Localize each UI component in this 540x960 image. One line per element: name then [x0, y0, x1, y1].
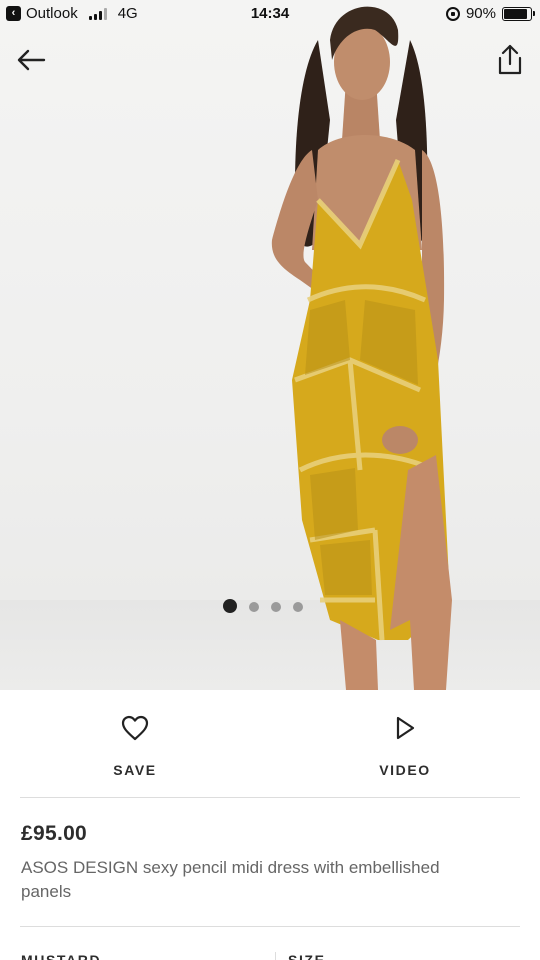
save-label: SAVE	[113, 762, 157, 778]
selector-divider	[275, 952, 276, 960]
arrow-left-icon	[17, 49, 46, 71]
battery-level-fill	[504, 8, 528, 19]
gallery-dot[interactable]	[223, 599, 237, 613]
gallery-dot[interactable]	[293, 602, 303, 612]
status-bar: ‹ Outlook 4G 14:34 90%	[0, 0, 540, 28]
colour-selector[interactable]: MUSTARD	[21, 952, 101, 960]
product-actions: SAVE VIDEO	[0, 690, 540, 798]
gallery-dot[interactable]	[249, 602, 259, 612]
battery-icon	[502, 6, 535, 21]
video-button[interactable]: VIDEO	[270, 690, 540, 798]
product-image	[271, 6, 452, 690]
heart-icon	[121, 714, 149, 742]
video-label: VIDEO	[379, 762, 431, 778]
variant-selectors: MUSTARD SIZE	[0, 928, 540, 960]
share-button[interactable]	[494, 42, 526, 78]
product-image-gallery[interactable]	[0, 0, 540, 690]
gallery-dot[interactable]	[271, 602, 281, 612]
share-icon	[498, 44, 522, 75]
play-icon	[394, 714, 416, 742]
size-selector[interactable]: SIZE	[288, 952, 326, 960]
status-bar-right: 90%	[445, 5, 535, 22]
back-button[interactable]	[14, 44, 50, 76]
divider	[20, 926, 520, 927]
product-title: ASOS DESIGN sexy pencil midi dress with …	[21, 858, 440, 901]
product-price: £95.00	[21, 822, 88, 845]
save-button[interactable]: SAVE	[0, 690, 270, 798]
gallery-pagination	[223, 599, 303, 613]
rotation-lock-icon	[445, 6, 460, 21]
battery-percent: 90%	[465, 5, 496, 22]
divider	[20, 797, 520, 798]
